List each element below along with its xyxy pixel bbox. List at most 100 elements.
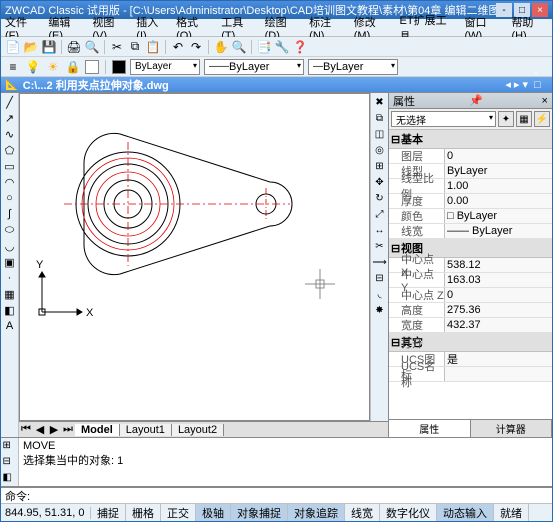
color-black[interactable]	[112, 60, 126, 74]
mirror-icon[interactable]: ◫	[373, 127, 387, 141]
status-button[interactable]: 栅格	[126, 504, 161, 521]
property-row[interactable]: 颜色□ ByLayer	[389, 209, 552, 224]
layout-tab[interactable]: Layout2	[172, 424, 224, 436]
freeze-icon[interactable]: ☀	[45, 59, 61, 75]
property-category[interactable]: ⊟基本	[389, 130, 552, 149]
tab-calculator[interactable]: 计算器	[471, 420, 553, 437]
point-icon[interactable]: ·	[3, 271, 17, 285]
copy-icon[interactable]: ⧉	[127, 39, 143, 55]
select-icon[interactable]: ▦	[516, 111, 532, 127]
tool-icon[interactable]: 🔧	[274, 39, 290, 55]
status-button[interactable]: 数字化仪	[380, 504, 437, 521]
undo-icon[interactable]: ↶	[170, 39, 186, 55]
print-icon[interactable]: 🖨	[66, 39, 82, 55]
tab-properties[interactable]: 属性	[389, 420, 471, 437]
fillet-icon[interactable]: ◟	[373, 287, 387, 301]
cmd-tool2-icon[interactable]: ⊟	[3, 456, 17, 470]
property-row[interactable]: 线型比例1.00	[389, 179, 552, 194]
property-row[interactable]: 宽度432.37	[389, 318, 552, 333]
pan-icon[interactable]: ✋	[213, 39, 229, 55]
line-icon[interactable]: ╱	[3, 95, 17, 109]
pline-icon[interactable]: ∿	[3, 127, 17, 141]
quicksel-icon[interactable]: ⚡	[534, 111, 550, 127]
props-close-icon[interactable]: ×	[542, 95, 548, 107]
rect-icon[interactable]: ▭	[3, 159, 17, 173]
linetype-combo[interactable]: —— ByLayer	[204, 59, 304, 75]
properties-grid[interactable]: ⊟基本图层0线型ByLayer线型比例1.00厚度0.00颜色□ ByLayer…	[389, 130, 552, 419]
selection-combo[interactable]: 无选择	[391, 111, 496, 127]
offset-icon[interactable]: ◎	[373, 143, 387, 157]
command-input[interactable]	[34, 490, 548, 501]
doc-minimize-button[interactable]: -	[534, 67, 548, 79]
move-icon[interactable]: ✥	[373, 175, 387, 189]
extend-icon[interactable]: ⟶	[373, 255, 387, 269]
command-history[interactable]: MOVE 选择集当中的对象: 1	[19, 438, 552, 486]
layout-tab[interactable]: Model	[75, 424, 120, 436]
help-icon[interactable]: ❓	[292, 39, 308, 55]
save-icon[interactable]: 💾	[41, 39, 57, 55]
block-icon[interactable]: ▣	[3, 255, 17, 269]
cmd-tool3-icon[interactable]: ◧	[3, 472, 17, 486]
property-row[interactable]: 高度275.36	[389, 303, 552, 318]
array-icon[interactable]: ⊞	[373, 159, 387, 173]
property-row[interactable]: 中心点 Z0	[389, 288, 552, 303]
status-button[interactable]: 动态输入	[437, 504, 494, 521]
color-swatch[interactable]	[85, 60, 99, 74]
explode-icon[interactable]: ✸	[373, 303, 387, 317]
drawing-canvas[interactable]: X Y	[19, 93, 370, 421]
rotate-icon[interactable]: ↻	[373, 191, 387, 205]
ellipse-icon[interactable]: ⬭	[3, 223, 17, 237]
status-button[interactable]: 捕捉	[91, 504, 126, 521]
property-row[interactable]: 厚度0.00	[389, 194, 552, 209]
tab-last-icon[interactable]: ⏭	[61, 423, 75, 436]
pin-icon[interactable]: 📌	[469, 94, 483, 107]
property-row[interactable]: 中心点 Y163.03	[389, 273, 552, 288]
xline-icon[interactable]: ↗	[3, 111, 17, 125]
erase-icon[interactable]: ✖	[373, 95, 387, 109]
cmd-tool1-icon[interactable]: ⊞	[3, 440, 17, 454]
break-icon[interactable]: ⊟	[373, 271, 387, 285]
copy-obj-icon[interactable]: ⧉	[373, 111, 387, 125]
region-icon[interactable]: ◧	[3, 303, 17, 317]
scale-icon[interactable]: ⤢	[373, 207, 387, 221]
cut-icon[interactable]: ✂	[109, 39, 125, 55]
tab-first-icon[interactable]: ⏮	[19, 423, 33, 436]
tab-next-icon[interactable]: ▶	[47, 423, 61, 436]
status-button[interactable]: 正交	[161, 504, 196, 521]
lock-icon[interactable]: 🔒	[65, 59, 81, 75]
property-row[interactable]: 图层0	[389, 149, 552, 164]
color-combo[interactable]: ByLayer	[130, 59, 200, 75]
property-row[interactable]: 线宽—— ByLayer	[389, 224, 552, 239]
preview-icon[interactable]: 🔍	[84, 39, 100, 55]
zoom-icon[interactable]: 🔍	[231, 39, 247, 55]
arc-icon[interactable]: ◠	[3, 175, 17, 189]
status-button[interactable]: 就绪	[494, 504, 529, 521]
new-icon[interactable]: 📄	[5, 39, 21, 55]
status-button[interactable]: 极轴	[196, 504, 231, 521]
doc-maximize-button[interactable]: □	[534, 79, 548, 91]
props-icon[interactable]: 📑	[256, 39, 272, 55]
earc-icon[interactable]: ◡	[3, 239, 17, 253]
bulb-icon[interactable]: 💡	[25, 59, 41, 75]
status-button[interactable]: 对象捕捉	[231, 504, 288, 521]
stretch-icon[interactable]: ↔	[373, 223, 387, 237]
lineweight-combo[interactable]: — ByLayer	[308, 59, 398, 75]
open-icon[interactable]: 📂	[23, 39, 39, 55]
status-button[interactable]: 对象追踪	[288, 504, 345, 521]
hatch-icon[interactable]: ▦	[3, 287, 17, 301]
properties-tabs: 属性 计算器	[389, 419, 552, 437]
circle-icon[interactable]: ○	[3, 191, 17, 205]
layout-tab[interactable]: Layout1	[120, 424, 172, 436]
pickadd-icon[interactable]: ✦	[498, 111, 514, 127]
tab-prev-icon[interactable]: ◀	[33, 423, 47, 436]
trim-icon[interactable]: ✂	[373, 239, 387, 253]
redo-icon[interactable]: ↷	[188, 39, 204, 55]
property-row[interactable]: UCS名称	[389, 367, 552, 382]
polygon-icon[interactable]: ⬠	[3, 143, 17, 157]
command-line[interactable]: 命令:	[1, 487, 552, 503]
spline-icon[interactable]: ∫	[3, 207, 17, 221]
status-button[interactable]: 线宽	[345, 504, 380, 521]
layer-icon[interactable]: ≡	[5, 59, 21, 75]
paste-icon[interactable]: 📋	[145, 39, 161, 55]
text-icon[interactable]: A	[3, 319, 17, 333]
